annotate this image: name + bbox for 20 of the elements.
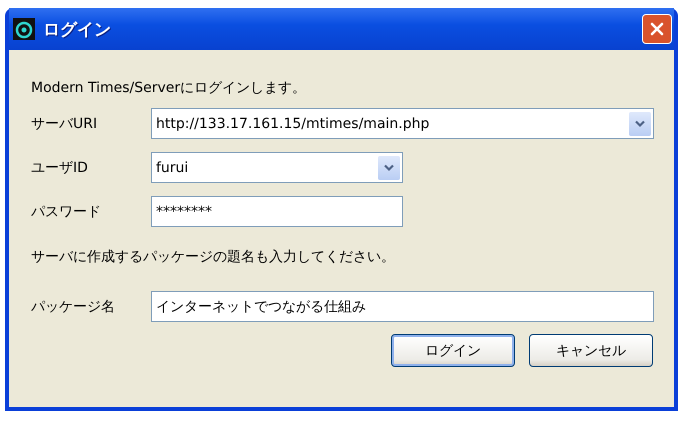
- input-field[interactable]: ********: [151, 196, 403, 227]
- window-title: ログイン: [43, 18, 111, 40]
- dropdown-button[interactable]: [378, 156, 400, 180]
- instruction-text: サーバに作成するパッケージの題名も入力してください。: [31, 248, 396, 267]
- input-field[interactable]: インターネットでつながる仕組み: [151, 291, 654, 322]
- field-label: パスワード: [31, 202, 102, 220]
- chevron-down-icon: [383, 164, 395, 172]
- login-button[interactable]: ログイン: [391, 334, 515, 367]
- cancel-button[interactable]: キャンセル: [529, 334, 653, 367]
- chevron-down-icon: [634, 120, 646, 128]
- combo-box[interactable]: furui: [151, 152, 403, 183]
- field-label: サーバURI: [31, 114, 98, 132]
- close-icon: [650, 22, 664, 36]
- field-label: パッケージ名: [31, 298, 116, 316]
- field-label: ユーザID: [31, 158, 89, 176]
- combo-box[interactable]: http://133.17.161.15/mtimes/main.php: [151, 108, 654, 139]
- app-icon: [13, 18, 35, 40]
- close-button[interactable]: [642, 14, 672, 44]
- intro-text: Modern Times/Serverにログインします。: [31, 79, 308, 98]
- dropdown-button[interactable]: [629, 112, 651, 136]
